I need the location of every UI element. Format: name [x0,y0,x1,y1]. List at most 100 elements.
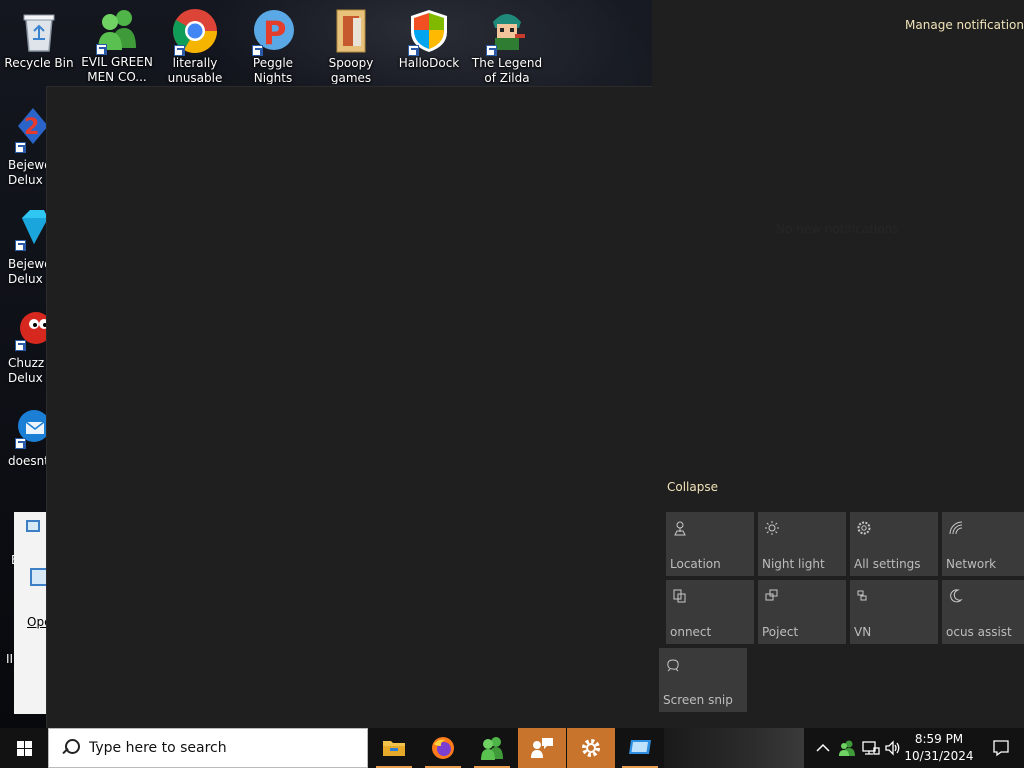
speaker-icon[interactable] [884,739,902,757]
taskbar-app-green-men[interactable] [468,728,516,768]
folder-icon [328,8,374,54]
firefox-icon [432,737,454,759]
green-men-icon [481,737,503,760]
tile-label: All settings [854,557,921,571]
desktop-icon-label: Chuzz Delux [8,356,45,385]
window-icon [26,520,40,532]
quick-action-vpn[interactable]: VN [850,580,938,644]
network-icon[interactable] [862,739,880,757]
gear-icon [582,739,600,757]
no-notifications-text: No new notifications [776,222,899,236]
network-icon [948,520,964,536]
desktop-icon-label: Spoopy games [328,56,374,84]
desktop-icon-spoopy-games[interactable]: Spoopy games [312,4,390,84]
svg-text:2: 2 [24,115,39,140]
quick-action-focus-assist[interactable]: ocus assist [942,580,1024,644]
taskbar-app-file-explorer[interactable] [370,728,418,768]
desktop-icon-peggle-nights[interactable]: P Peggle Nights Deluxe [234,4,312,84]
desktop-icon-recycle-bin[interactable]: Recycle Bin [0,4,78,84]
desktop-icon-hallodock[interactable]: HalloDock [390,4,468,84]
manage-notifications-link[interactable]: Manage notification [905,18,1024,32]
desktop-icon-label: doesnt [8,454,48,468]
green-men-icon [94,8,140,55]
connect-icon [672,588,688,604]
shield-windows-icon [406,8,452,56]
desktop-icon-evil-green-men[interactable]: EVIL GREEN MEN CO... [78,4,156,84]
folder-icon [383,741,405,756]
dialog-open-link[interactable]: Ope [27,615,48,629]
shortcut-arrow-icon [96,43,107,55]
taskbar-background-area [664,728,804,768]
desktop-icon-label: The Legend of Zilda [471,56,543,84]
tile-label: Location [670,557,721,571]
shortcut-arrow-icon [15,240,26,251]
chevron-up-icon[interactable] [814,739,832,757]
tile-label: Screen snip [663,693,733,707]
desktop-icon-label: Bejewel Delux [8,158,48,187]
chrome-icon [172,8,218,56]
desktop-icon-label: Recycle Bin [4,56,74,70]
shortcut-arrow-icon [252,45,263,56]
desktop-icon-label: EVIL GREEN MEN CO... [81,54,153,84]
clock-date: 10/31/2024 [904,749,974,763]
taskbar-clock[interactable]: 8:59 PM 10/31/2024 [904,731,974,765]
start-button[interactable] [0,728,48,768]
project-icon [764,588,780,604]
action-center: Manage notification No new notifications… [652,0,1024,728]
snip-icon [665,656,681,672]
collapse-link[interactable]: Collapse [667,480,718,494]
desktop-icon-label: Bejewe Delux [8,257,48,286]
search-input[interactable] [89,740,349,756]
remote-desktop-icon [629,740,651,754]
taskbar-search[interactable] [48,728,368,768]
action-center-button[interactable] [978,728,1024,768]
brightness-icon [764,520,780,536]
quick-action-all-settings[interactable]: All settings [850,512,938,576]
taskbar-app-settings[interactable] [567,728,615,768]
desktop-icon-label: literally unusable [167,56,223,84]
recycle-bin-icon [16,8,62,54]
tile-label: ocus assist [946,625,1012,639]
desktop-icon-label: HalloDock [398,56,460,70]
notification-icon [993,740,1009,757]
taskbar: 8:59 PM 10/31/2024 [0,728,1024,768]
app-window [46,86,652,728]
tile-label: Night light [762,557,825,571]
taskbar-app-firefox[interactable] [419,728,467,768]
search-icon [61,739,80,757]
vpn-icon [856,588,872,604]
shortcut-arrow-icon [15,340,26,351]
desktop-icon-label: Peggle Nights Deluxe [252,56,294,84]
location-icon [672,520,688,536]
shortcut-arrow-icon [486,45,497,56]
desktop-icon-legend-of-zilda[interactable]: The Legend of Zilda [468,4,546,84]
bejeweled-2-icon: 2 [18,108,48,144]
shortcut-arrow-icon [15,142,26,153]
svg-text:P: P [263,14,286,52]
shortcut-arrow-icon [15,438,26,449]
quick-action-project[interactable]: Poject [758,580,846,644]
zilda-character-icon [484,8,530,56]
taskbar-app-feedback[interactable] [518,728,566,768]
gear-icon [856,520,872,536]
moon-icon [948,588,964,604]
clock-time: 8:59 PM [914,732,964,746]
feedback-hub-icon [531,738,553,758]
tile-label: Poject [762,625,799,639]
desktop-icon-literally-unusable[interactable]: literally unusable [156,4,234,84]
people-icon[interactable] [838,739,856,757]
tile-label: onnect [670,625,712,639]
tile-label: Network [946,557,997,571]
shortcut-arrow-icon [408,45,419,56]
quick-action-screen-snip[interactable]: Screen snip [659,648,747,712]
quick-action-location[interactable]: Location [666,512,754,576]
peggle-icon: P [250,8,296,56]
tile-label: VN [854,625,872,639]
quick-action-night-light[interactable]: Night light [758,512,846,576]
dialog-fragment: Ope [14,512,48,714]
windows-logo-icon [16,740,32,756]
quick-action-connect[interactable]: onnect [666,580,754,644]
quick-action-network[interactable]: Network [942,512,1024,576]
shortcut-arrow-icon [174,45,185,56]
taskbar-app-remote-desktop[interactable] [616,728,664,768]
